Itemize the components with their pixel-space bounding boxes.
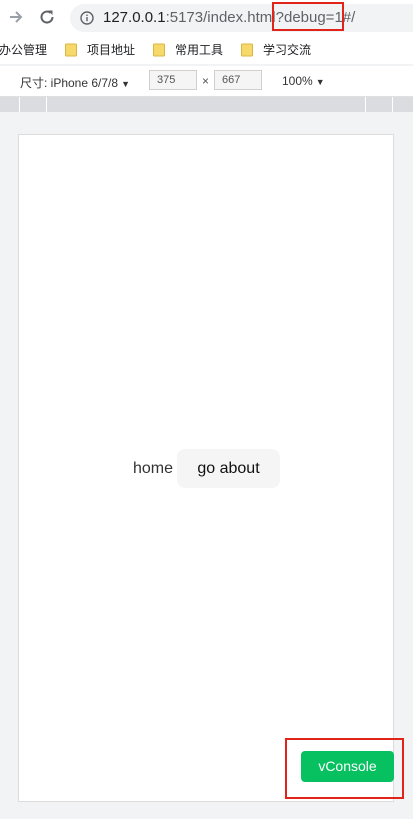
reload-icon[interactable]: [37, 7, 57, 27]
device-toolbar: 尺寸: iPhone 6/7/8 ▼ 375 × 667 100% ▼: [0, 66, 413, 97]
viewport-height-input[interactable]: 667: [214, 70, 262, 90]
device-screen: home go about vConsole: [18, 134, 394, 802]
bookmark-project[interactable]: 项目地址: [65, 41, 135, 59]
media-query-bar[interactable]: [0, 97, 413, 112]
debug-param-highlight: [272, 2, 344, 31]
browser-toolbar: 127.0.0.1:5173/index.html?debug=1#/: [0, 0, 413, 36]
folder-icon: [241, 43, 253, 57]
ruler-divider: [365, 97, 366, 112]
dropdown-arrow-icon: ▼: [121, 79, 130, 89]
home-text: home: [133, 460, 174, 477]
bookmark-learning[interactable]: 学习交流: [241, 41, 311, 59]
address-bar[interactable]: 127.0.0.1:5173/index.html?debug=1#/: [70, 4, 413, 32]
device-select[interactable]: 尺寸: iPhone 6/7/8 ▼: [20, 74, 130, 91]
folder-icon: [153, 43, 165, 57]
dropdown-arrow-icon: ▼: [315, 77, 325, 87]
ruler-divider: [392, 97, 393, 112]
bookmarks-bar: 办公管理 项目地址 常用工具 学习交流: [0, 36, 413, 64]
ruler-divider: [19, 97, 20, 112]
folder-icon: [65, 43, 77, 57]
dimension-separator: ×: [202, 74, 210, 88]
viewport-area: home go about vConsole: [0, 112, 413, 819]
bookmark-label: 办公管理: [0, 43, 48, 57]
url-host: 127.0.0.1: [103, 9, 166, 26]
bookmark-label: 学习交流: [263, 43, 312, 57]
bookmark-office[interactable]: 办公管理: [0, 41, 47, 59]
zoom-label: 100%: [282, 74, 313, 88]
go-about-button[interactable]: go about: [177, 449, 280, 488]
bookmark-label: 常用工具: [175, 43, 224, 57]
ruler-divider: [46, 97, 47, 112]
viewport-width-input[interactable]: 375: [149, 70, 197, 90]
device-label: 尺寸: iPhone 6/7/8: [20, 76, 119, 90]
bookmark-tools[interactable]: 常用工具: [153, 41, 223, 59]
info-icon[interactable]: [80, 11, 94, 25]
forward-arrow-icon[interactable]: [6, 7, 26, 27]
bookmark-label: 项目地址: [87, 43, 136, 57]
zoom-select[interactable]: 100% ▼: [282, 74, 325, 88]
vconsole-highlight: [285, 738, 404, 799]
